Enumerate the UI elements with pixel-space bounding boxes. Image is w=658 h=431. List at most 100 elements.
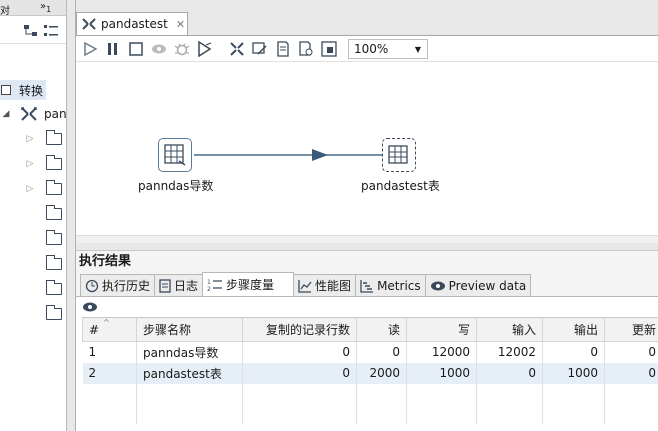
show-results-icon[interactable]	[319, 39, 339, 59]
editor-toolbar: 100% ▼	[76, 35, 658, 62]
stop-icon[interactable]	[126, 39, 146, 59]
close-tab-icon[interactable]: ✕	[176, 18, 185, 31]
folder-icon	[45, 305, 62, 320]
column-header[interactable]: 复制的记录行数	[242, 317, 357, 342]
tree-item-transformation[interactable]: ◢ pan	[0, 104, 67, 124]
preview-icon[interactable]	[149, 39, 169, 59]
table-cell: 0	[604, 341, 658, 363]
chart-icon	[298, 279, 312, 293]
folder-icon	[45, 230, 62, 245]
table-row[interactable]: 1 panndas导数 0 0 12000 12002 0 0	[82, 341, 658, 363]
transformation-canvas[interactable]: panndas导数 pandastest表	[76, 62, 658, 243]
expand-arrow-icon[interactable]: ▷	[24, 159, 36, 169]
collapse-icon[interactable]	[1, 85, 11, 95]
tree-folder[interactable]	[0, 254, 62, 274]
tree-folder[interactable]	[0, 304, 62, 324]
sql-icon[interactable]	[273, 39, 293, 59]
tab-history[interactable]: 执行历史	[80, 274, 156, 296]
table-cell: 1000	[542, 362, 605, 384]
tree-folder[interactable]	[0, 279, 62, 299]
step-metrics-table: # ^ 步骤名称 复制的记录行数 读 写 输入 输出 更新 1 panndas导数	[82, 317, 658, 424]
table-cell: 1	[82, 341, 137, 363]
metrics-icon: 12	[207, 279, 223, 292]
folder-icon	[45, 180, 62, 195]
folder-icon	[45, 155, 62, 170]
results-toolbar	[76, 297, 658, 317]
hierarchy-icon[interactable]	[24, 25, 38, 37]
folder-icon	[45, 255, 62, 270]
table-cell: 12002	[476, 341, 543, 363]
analyze-icon[interactable]	[250, 39, 270, 59]
tab-performance-graph[interactable]: 性能图	[293, 274, 357, 296]
table-cell: 0	[604, 362, 658, 384]
folder-icon	[45, 205, 62, 220]
expanded-arrow-icon[interactable]: ◢	[0, 109, 12, 119]
pause-icon[interactable]	[103, 39, 123, 59]
tab-overflow-button[interactable]: »1	[40, 1, 51, 14]
table-cell: 0	[476, 362, 543, 384]
replay-icon[interactable]	[195, 39, 215, 59]
tree-folder[interactable]: ▷	[0, 129, 62, 149]
tab-log[interactable]: 日志	[154, 274, 204, 296]
table-cell: pandastest表	[136, 362, 243, 384]
left-pane-toolbar	[0, 16, 66, 44]
table-row[interactable]: 2 pandastest表 0 2000 1000 0 1000 0	[82, 362, 658, 384]
column-header[interactable]: 写	[406, 317, 477, 342]
transformation-icon	[21, 107, 37, 121]
gantt-icon	[360, 279, 374, 293]
tree-folder[interactable]	[0, 204, 62, 224]
pane-splitter[interactable]	[67, 0, 76, 431]
debug-icon[interactable]	[172, 39, 192, 59]
step-input-icon[interactable]	[158, 138, 192, 172]
tree-folder[interactable]	[0, 229, 62, 249]
zoom-select[interactable]: 100% ▼	[348, 38, 428, 59]
verify-icon[interactable]	[227, 39, 247, 59]
left-pane-tab[interactable]: 对	[0, 2, 10, 17]
eye-icon[interactable]	[82, 301, 98, 313]
column-header[interactable]: 步骤名称	[136, 317, 243, 342]
editor-tabbar: pandastest ✕	[76, 12, 658, 35]
horizontal-scrollbar[interactable]	[76, 235, 658, 243]
tree-folder[interactable]: ▷	[0, 179, 62, 199]
explore-db-icon[interactable]	[296, 39, 316, 59]
results-title: 执行结果	[76, 251, 658, 273]
table-cell: 12000	[406, 341, 477, 363]
run-icon[interactable]	[80, 39, 100, 59]
eye-icon	[430, 281, 445, 290]
table-header: # ^ 步骤名称 复制的记录行数 读 写 输入 输出 更新	[82, 317, 658, 342]
column-header[interactable]: 读	[356, 317, 407, 342]
table-cell: 0	[542, 341, 605, 363]
column-header[interactable]: # ^	[82, 317, 137, 342]
tab-step-metrics[interactable]: 12 步骤度量	[202, 272, 295, 296]
tab-metrics[interactable]: Metrics	[355, 274, 426, 296]
sort-asc-icon: ^	[103, 318, 110, 328]
table-cell: 0	[242, 362, 357, 384]
table-cell: 1000	[406, 362, 477, 384]
table-row-empty	[82, 383, 658, 424]
editor-area: pandastest ✕ 100% ▼ panndas导数 pandastest…	[76, 12, 658, 431]
transformation-icon	[82, 18, 96, 30]
expand-arrow-icon[interactable]: ▷	[24, 184, 36, 194]
list-icon[interactable]	[44, 25, 58, 37]
column-header[interactable]: 更新	[604, 317, 658, 342]
left-pane: 对 »1 转换 ◢ pan ▷ ▷ ▷	[0, 0, 67, 431]
svg-text:2: 2	[207, 286, 211, 292]
step-label[interactable]: panndas导数	[138, 177, 213, 194]
tab-preview-data[interactable]: Preview data	[424, 274, 532, 296]
dropdown-arrow-icon: ▼	[414, 44, 421, 54]
tree-folder[interactable]: ▷	[0, 154, 62, 174]
tree-root[interactable]: 转换	[0, 80, 46, 100]
results-tabbar: 执行历史 日志 12 步骤度量 性能图 Metrics Preview data	[76, 272, 658, 297]
column-header[interactable]: 输入	[476, 317, 543, 342]
tab-pandastest[interactable]: pandastest ✕	[76, 12, 188, 35]
execution-results-panel: 执行结果 执行历史 日志 12 步骤度量 性能图 Metrics Preview…	[76, 250, 658, 431]
step-label[interactable]: pandastest表	[361, 177, 440, 194]
table-cell: panndas导数	[136, 341, 243, 363]
expand-arrow-icon[interactable]: ▷	[24, 134, 36, 144]
svg-text:1: 1	[207, 279, 211, 286]
left-pane-tabbar: 对 »1	[0, 0, 66, 17]
step-output-icon[interactable]	[382, 138, 416, 172]
column-header[interactable]: 输出	[542, 317, 605, 342]
folder-icon	[45, 280, 62, 295]
history-icon	[85, 279, 99, 292]
